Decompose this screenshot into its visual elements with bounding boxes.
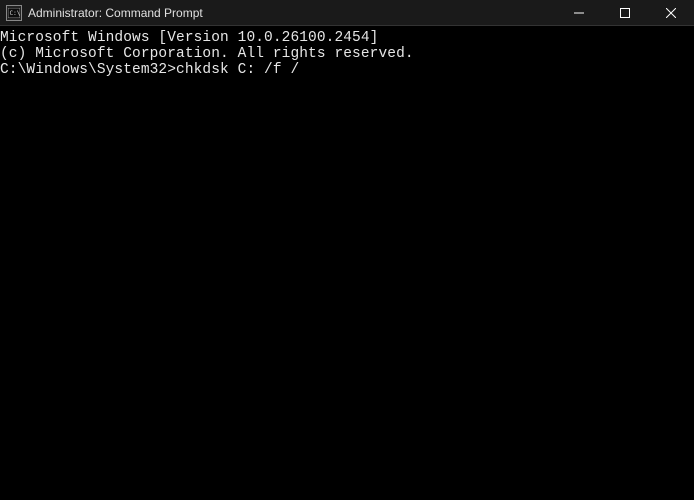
maximize-button[interactable]	[602, 0, 648, 25]
svg-text:C:\: C:\	[10, 10, 21, 17]
terminal-area[interactable]: Microsoft Windows [Version 10.0.26100.24…	[0, 26, 694, 78]
prompt-line: C:\Windows\System32>chkdsk C: /f /	[0, 62, 694, 78]
output-line-version: Microsoft Windows [Version 10.0.26100.24…	[0, 30, 694, 46]
window-title: Administrator: Command Prompt	[28, 6, 556, 20]
cmd-icon: C:\	[6, 5, 22, 21]
window-controls	[556, 0, 694, 25]
prompt-path: C:\Windows\System32>	[0, 62, 176, 78]
minimize-button[interactable]	[556, 0, 602, 25]
typed-command: chkdsk C: /f /	[176, 62, 299, 78]
titlebar: C:\ Administrator: Command Prompt	[0, 0, 694, 26]
close-button[interactable]	[648, 0, 694, 25]
output-line-copyright: (c) Microsoft Corporation. All rights re…	[0, 46, 694, 62]
